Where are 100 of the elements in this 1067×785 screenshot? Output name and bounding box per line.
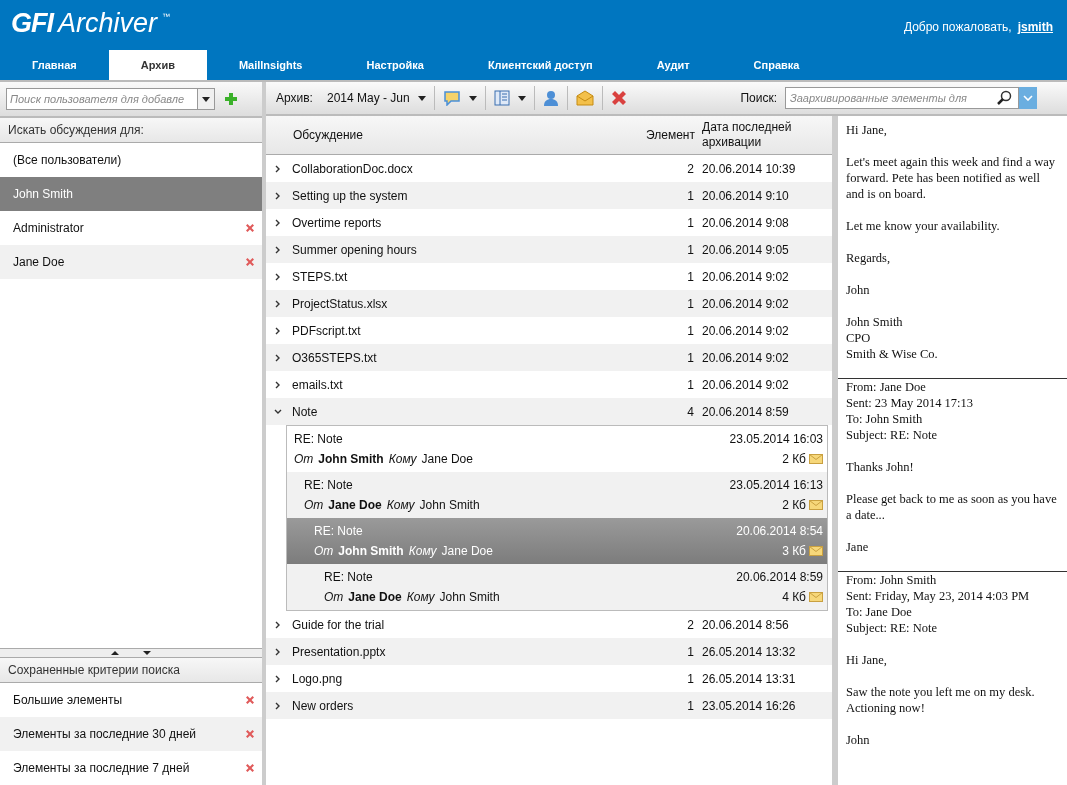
subject-text: PDFscript.txt (292, 323, 362, 338)
email-text: John (846, 732, 871, 748)
message-subject: RE: Note (324, 570, 373, 584)
subject-text: Guide for the trial (292, 617, 386, 632)
count-text: 1 (686, 296, 695, 311)
conversation-row[interactable]: ProjectStatus.xlsx 1 20.06.2014 9:02 (266, 290, 832, 317)
message-item[interactable]: RE: Note 20.06.2014 8:59 От Jane Doe Кому John Smith 4 Кб (287, 564, 827, 610)
message-item[interactable]: RE: Note 23.05.2014 16:13 От Jane Doe Кому John Smith 2 Кб (287, 472, 827, 518)
message-item[interactable]: RE: Note 20.06.2014 8:54 От John Smith Кому Jane Doe 3 Кб (287, 518, 827, 564)
email-text: Hi Jane, (846, 652, 888, 668)
recipient-name: John Smith (439, 590, 500, 604)
email-text: John Smith (846, 314, 904, 330)
expand-icon[interactable] (274, 647, 282, 656)
welcome-text: Добро пожаловать, (903, 20, 1012, 34)
date-text: 20.06.2014 9:05 (702, 242, 790, 257)
expand-icon[interactable] (274, 272, 282, 281)
date-text: 20.06.2014 9:02 (702, 296, 790, 311)
column-header[interactable]: Элемент (646, 128, 702, 142)
remove-icon[interactable] (245, 223, 255, 233)
nav-tab[interactable]: MailInsights (206, 50, 335, 80)
conversation-row[interactable]: Presentation.pptx 1 26.05.2014 13:32 (266, 638, 832, 665)
remove-icon[interactable] (245, 257, 255, 267)
expand-icon[interactable] (274, 191, 282, 200)
nav-tab[interactable]: Главная (0, 50, 109, 80)
conversation-row[interactable]: Setting up the system 1 20.06.2014 9:10 (266, 182, 832, 209)
email-text: Let's meet again this week and find a way forward. Pete has been notified as well and is on board. (846, 154, 1057, 202)
expand-icon[interactable] (274, 701, 282, 710)
date-text: 20.06.2014 8:59 (702, 404, 790, 419)
caret-icon[interactable] (417, 95, 426, 101)
user-link[interactable]: jsmith (1017, 20, 1053, 34)
column-header[interactable]: Обсуждение (293, 128, 646, 142)
expand-icon[interactable] (274, 218, 282, 227)
expand-icon[interactable] (274, 353, 282, 362)
delete-icon[interactable] (610, 90, 627, 106)
columns-icon[interactable] (493, 90, 510, 106)
envelope-icon (809, 592, 823, 602)
expand-icon[interactable] (274, 245, 282, 254)
subject-text: Overtime reports (292, 215, 383, 230)
collapse-icon[interactable] (274, 407, 282, 416)
user-item[interactable]: Jane Doe (0, 245, 262, 279)
saved-search-item[interactable]: Элементы за последние 30 дней (0, 717, 262, 751)
count-text: 1 (686, 242, 695, 257)
date-text: 26.05.2014 13:31 (702, 671, 797, 686)
conversation-row[interactable]: Summer opening hours 1 20.06.2014 9:05 (266, 236, 832, 263)
subject-text: Presentation.pptx (292, 644, 387, 659)
email-text: CPO (846, 330, 872, 346)
recipient-name: Jane Doe (421, 452, 473, 466)
splitter-handle[interactable] (0, 648, 262, 658)
message-subject: RE: Note (314, 524, 363, 538)
chevron-icon (1023, 95, 1033, 101)
remove-icon[interactable] (245, 695, 255, 705)
date-text: 20.06.2014 9:02 (702, 350, 790, 365)
recipient-name: John Smith (419, 498, 480, 512)
subject-text: Setting up the system (292, 188, 409, 203)
speech-bubble-icon[interactable] (442, 90, 461, 106)
archive-dropdown[interactable]: 2014 May - Jun (326, 91, 410, 105)
search-field[interactable]: Заархивированные элементы для (785, 87, 1019, 109)
count-text: 1 (686, 188, 695, 203)
email-text: John (846, 282, 871, 298)
caret-icon[interactable] (517, 95, 526, 101)
email-header-line: Subject: RE: Note (846, 620, 938, 636)
email-text: Let me know your availability. (846, 218, 1001, 234)
user-search-field[interactable]: Поиск пользователя для добавле (6, 88, 215, 110)
count-text: 4 (686, 404, 695, 419)
subject-text: CollaborationDoc.docx (292, 161, 414, 176)
nav-tab[interactable]: Клиентский доступ (455, 50, 625, 80)
conversation-row[interactable]: New orders 1 23.05.2014 16:26 (266, 692, 832, 719)
column-header[interactable]: Дата последней архивации (702, 120, 832, 150)
nav-tab[interactable]: Архив (108, 50, 207, 80)
message-date: 20.06.2014 8:59 (736, 570, 823, 584)
search-icon[interactable] (996, 90, 1012, 106)
caret-icon[interactable] (468, 95, 477, 101)
email-text: Regards, (846, 250, 892, 266)
count-text: 1 (686, 671, 695, 686)
expand-icon[interactable] (274, 299, 282, 308)
user-item[interactable]: John Smith (0, 177, 262, 211)
sender-name: John Smith (318, 452, 384, 466)
conversation-row[interactable]: Note 4 20.06.2014 8:59 (266, 398, 832, 425)
subject-text: Logo.png (292, 671, 344, 686)
subject-text: Summer opening hours (292, 242, 418, 257)
expand-icon[interactable] (274, 620, 282, 629)
envelope-icon[interactable] (575, 90, 594, 106)
remove-icon[interactable] (245, 763, 255, 773)
nav-tab[interactable]: Справка (721, 50, 832, 80)
expand-icon[interactable] (274, 674, 282, 683)
nav-tab[interactable]: Аудит (624, 50, 722, 80)
user-icon[interactable] (542, 89, 559, 107)
conversation-row[interactable]: O365STEPS.txt 1 20.06.2014 9:02 (266, 344, 832, 371)
archive-label: Архив: (276, 91, 313, 105)
sender-name: John Smith (338, 544, 404, 558)
expand-icon[interactable] (274, 326, 282, 335)
nav-tab[interactable]: Настройка (334, 50, 456, 80)
remove-icon[interactable] (245, 729, 255, 739)
date-text: 20.06.2014 9:10 (702, 188, 790, 203)
email-header-line: From: Jane Doe (846, 379, 927, 395)
sender-name: Jane Doe (328, 498, 382, 512)
from-label: От (304, 498, 324, 512)
expand-icon[interactable] (274, 164, 282, 173)
expand-icon[interactable] (274, 380, 282, 389)
date-text: 20.06.2014 8:56 (702, 617, 790, 632)
